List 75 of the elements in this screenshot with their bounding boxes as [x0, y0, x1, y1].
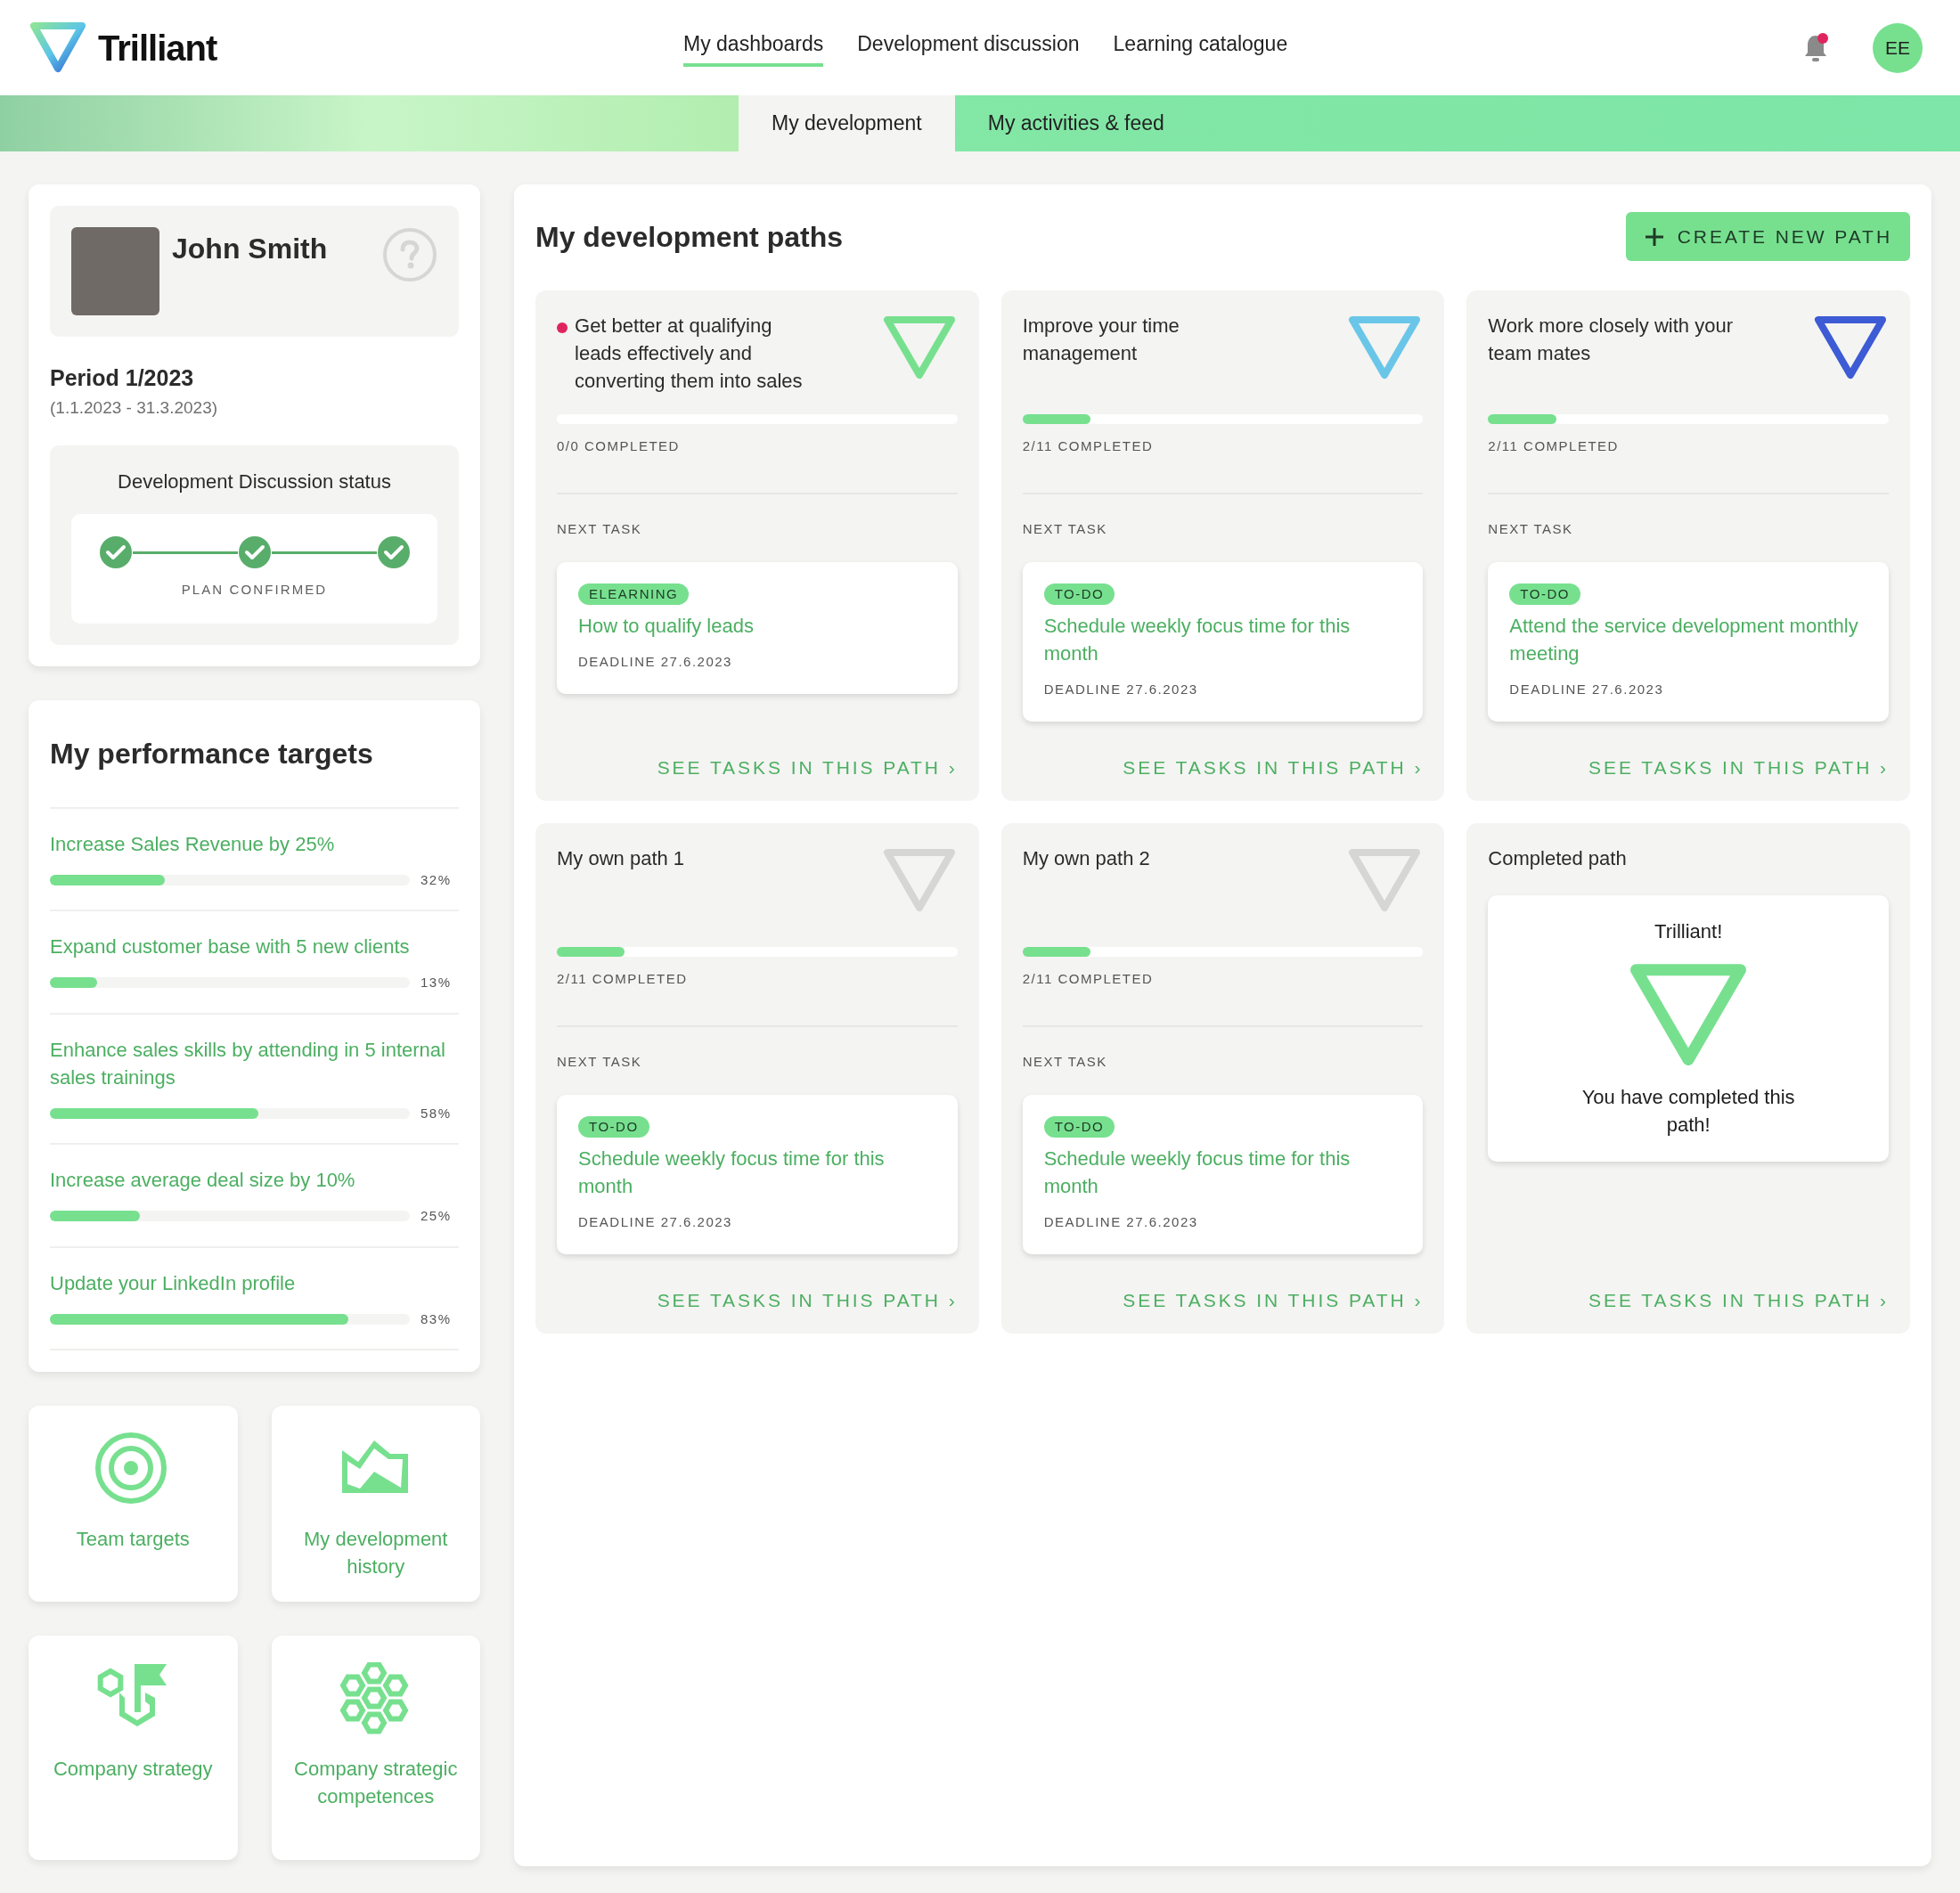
section-title: My development paths: [535, 219, 843, 255]
progress-label: 2/11 COMPLETED: [1022, 969, 1424, 1027]
path-title: My own path 2: [1022, 846, 1150, 871]
status-label: PLAN CONFIRMED: [181, 581, 328, 599]
nav-link[interactable]: Learning catalogue: [1113, 29, 1288, 67]
target-link[interactable]: Update your LinkedIn profile: [50, 1269, 459, 1297]
progress-label: 2/11 COMPLETED: [1022, 437, 1424, 494]
target-link[interactable]: Expand customer base with 5 new clients: [50, 933, 459, 960]
shortcut-tile[interactable]: My development history: [271, 1406, 480, 1602]
task-link[interactable]: Schedule weekly focus time for this month: [1043, 612, 1402, 667]
task-type-badge: TO-DO: [1043, 1116, 1115, 1138]
completion-heading: Trilliant!: [1654, 919, 1723, 944]
see-tasks-link[interactable]: SEE TASKS IN THIS PATH ›: [1588, 753, 1889, 781]
create-path-button[interactable]: CREATE NEW PATH: [1625, 212, 1910, 261]
shortcut-tile[interactable]: Company strategy: [29, 1636, 238, 1860]
completion-message: You have completed this path!: [1581, 1085, 1796, 1138]
next-task-label: NEXT TASK: [557, 1052, 643, 1071]
path-title: Work more closely with your team mates: [1488, 314, 1734, 366]
path-title: My own path 1: [557, 846, 685, 871]
user-avatar[interactable]: EE: [1873, 22, 1923, 73]
progress-percent: 83%: [421, 1310, 452, 1328]
target-link[interactable]: Increase Sales Revenue by 25%: [50, 829, 459, 858]
next-task-label: NEXT TASK: [557, 519, 643, 538]
path-title: Completed path: [1488, 846, 1627, 871]
task-deadline: DEADLINE 27.6.2023: [578, 653, 732, 671]
nav-link[interactable]: Development discussion: [857, 29, 1080, 67]
task-type-badge: ELEARNING: [578, 583, 690, 605]
next-task-label: NEXT TASK: [1022, 519, 1108, 538]
see-tasks-link[interactable]: SEE TASKS IN THIS PATH ›: [1123, 753, 1424, 781]
tile-label: My development history: [303, 1527, 449, 1579]
progress-percent: 32%: [421, 870, 452, 889]
tab[interactable]: My activities & feed: [954, 95, 1197, 151]
path-title: Get better at qualifying leads effectively and converting them into sales: [575, 314, 804, 394]
status-title: Development Discussion status: [118, 469, 391, 494]
task-link[interactable]: Attend the service development monthly meeting: [1509, 612, 1867, 667]
plus-icon: [1643, 225, 1665, 248]
tile-label: Company strategy: [53, 1757, 213, 1782]
target-link[interactable]: Increase average deal size by 10%: [50, 1166, 459, 1194]
task-deadline: DEADLINE 27.6.2023: [1043, 681, 1198, 698]
task-type-badge: TO-DO: [1043, 583, 1115, 605]
task-deadline: DEADLINE 27.6.2023: [1509, 681, 1664, 698]
bell-icon: [1803, 33, 1828, 62]
task-link[interactable]: Schedule weekly focus time for this month: [578, 1145, 936, 1200]
task-link[interactable]: Schedule weekly focus time for this month: [1043, 1145, 1402, 1200]
period-title: Period 1/2023: [50, 364, 195, 392]
user-name: John Smith: [172, 232, 328, 266]
see-tasks-link[interactable]: SEE TASKS IN THIS PATH ›: [1123, 1285, 1424, 1314]
task-deadline: DEADLINE 27.6.2023: [578, 1213, 732, 1231]
tile-label: Company strategic competences: [293, 1757, 459, 1809]
next-task-label: NEXT TASK: [1488, 519, 1574, 538]
logo-text: Trilliant: [98, 27, 217, 69]
progress-label: 2/11 COMPLETED: [557, 969, 958, 1027]
see-tasks-link[interactable]: SEE TASKS IN THIS PATH ›: [1588, 1285, 1889, 1314]
progress-percent: 13%: [421, 974, 452, 991]
shortcut-tile[interactable]: Team targets: [29, 1406, 238, 1602]
nav-link[interactable]: My dashboards: [683, 29, 824, 67]
section-title: My performance targets: [50, 731, 459, 809]
target-link[interactable]: Enhance sales skills by attending in 5 internal sales trainings: [50, 1035, 459, 1091]
next-task-label: NEXT TASK: [1022, 1052, 1108, 1071]
progress-percent: 25%: [421, 1207, 452, 1225]
progress-label: 0/0 COMPLETED: [557, 437, 958, 494]
task-deadline: DEADLINE 27.6.2023: [1043, 1213, 1198, 1231]
progress-label: 2/11 COMPLETED: [1488, 437, 1889, 494]
tile-label: Team targets: [76, 1527, 190, 1552]
shortcut-tile[interactable]: Company strategic competences: [271, 1636, 480, 1860]
task-link[interactable]: How to qualify leads: [578, 612, 754, 640]
path-title: Improve your time management: [1022, 314, 1180, 366]
see-tasks-link[interactable]: SEE TASKS IN THIS PATH ›: [657, 753, 958, 781]
task-type-badge: TO-DO: [1509, 583, 1580, 605]
see-tasks-link[interactable]: SEE TASKS IN THIS PATH ›: [657, 1285, 958, 1314]
help-icon: [382, 227, 437, 282]
tab[interactable]: My development: [739, 95, 955, 151]
task-type-badge: TO-DO: [578, 1116, 649, 1138]
period-dates: (1.1.2023 - 31.3.2023): [50, 396, 219, 419]
progress-percent: 58%: [421, 1104, 452, 1122]
